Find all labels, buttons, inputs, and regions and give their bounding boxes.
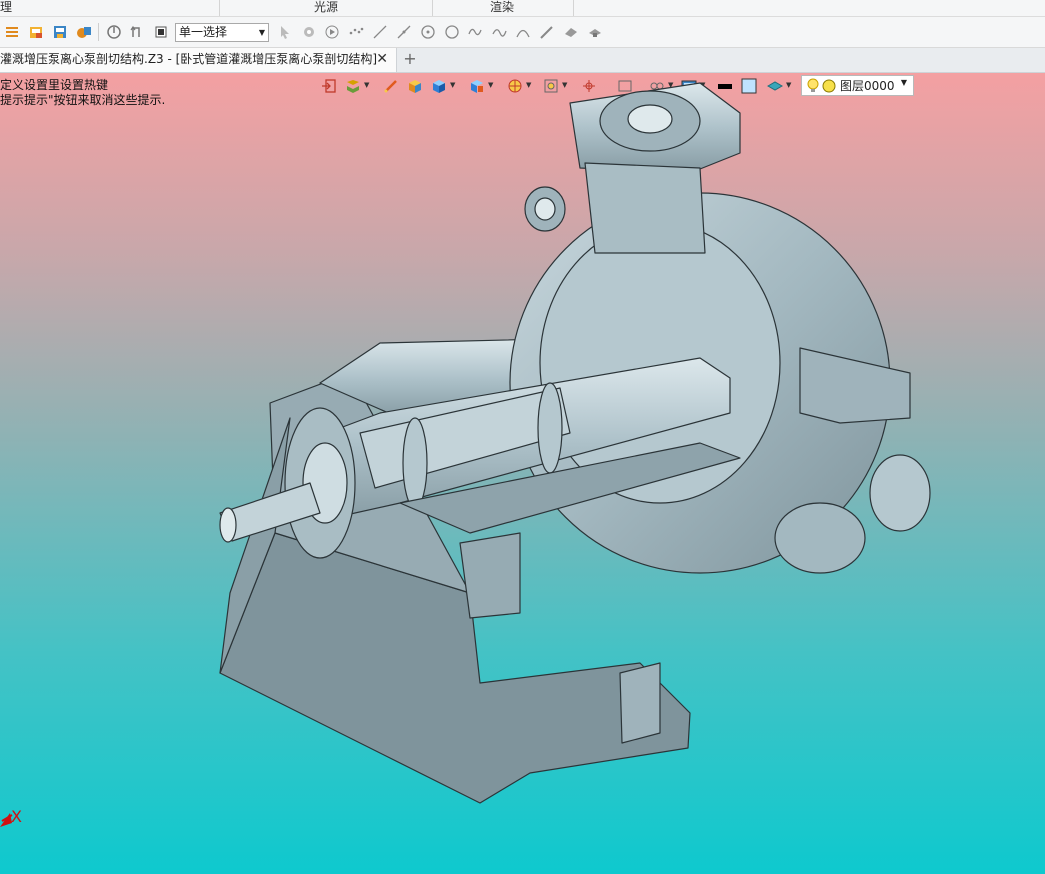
chevron-down-icon: ▼ (258, 28, 265, 37)
circle-icon[interactable] (443, 23, 461, 41)
pick-icon[interactable] (276, 23, 294, 41)
stop-icon[interactable] (152, 23, 170, 41)
axis-x-label: X (11, 807, 22, 826)
ribbon-divider (432, 0, 433, 16)
new-icon[interactable] (3, 23, 21, 41)
rotate-icon[interactable] (105, 23, 123, 41)
main-toolbar: 单一选择 ▼ (0, 17, 1045, 48)
ribbon-divider (573, 0, 574, 16)
selection-mode-select[interactable]: 单一选择 ▼ (175, 23, 269, 42)
ribbon-group-light: 光源 (314, 0, 339, 14)
save-icon[interactable] (51, 23, 69, 41)
line-icon[interactable] (371, 23, 389, 41)
graphics-viewport[interactable]: 定义设置里设置热键 提示提示"按钮来取消这些提示. ▼ ▼ ▼ ▼ ▼ ▼ ▼ … (0, 73, 1045, 874)
hat-icon[interactable] (586, 23, 604, 41)
pump-model[interactable] (0, 73, 1045, 874)
ribbon-group-render: 渲染 (490, 0, 515, 14)
document-tab[interactable]: 灌溉增压泵离心泵剖切结构.Z3 - [卧式管道灌溉增压泵离心泵剖切结构] ✕ (0, 48, 397, 72)
undo-icon[interactable] (128, 23, 146, 41)
ribbon-group-row: 理 光源 渲染 (0, 0, 1045, 17)
line2-icon[interactable] (395, 23, 413, 41)
play-icon[interactable] (323, 23, 341, 41)
ribbon-divider (219, 0, 220, 16)
document-tab-title: 灌溉增压泵离心泵剖切结构.Z3 - [卧式管道灌溉增压泵离心泵剖切结构] (0, 52, 377, 66)
document-tab-bar: 灌溉增压泵离心泵剖切结构.Z3 - [卧式管道灌溉增压泵离心泵剖切结构] ✕ + (0, 48, 1045, 73)
snap-icon[interactable] (300, 23, 318, 41)
arc-icon[interactable] (514, 23, 532, 41)
pen-icon[interactable] (538, 23, 556, 41)
recent-icon[interactable] (75, 23, 93, 41)
close-icon[interactable]: ✕ (376, 48, 388, 71)
eraser-icon[interactable] (562, 23, 580, 41)
open-icon[interactable] (27, 23, 45, 41)
selection-mode-value: 单一选择 (179, 25, 228, 39)
wave-icon[interactable] (466, 23, 484, 41)
points-icon[interactable] (347, 23, 365, 41)
new-tab-button[interactable]: + (403, 48, 417, 70)
circle-point-icon[interactable] (419, 23, 437, 41)
curve-icon[interactable] (490, 23, 508, 41)
ribbon-group-manage: 理 (0, 0, 13, 14)
toolbar-divider (98, 23, 99, 41)
